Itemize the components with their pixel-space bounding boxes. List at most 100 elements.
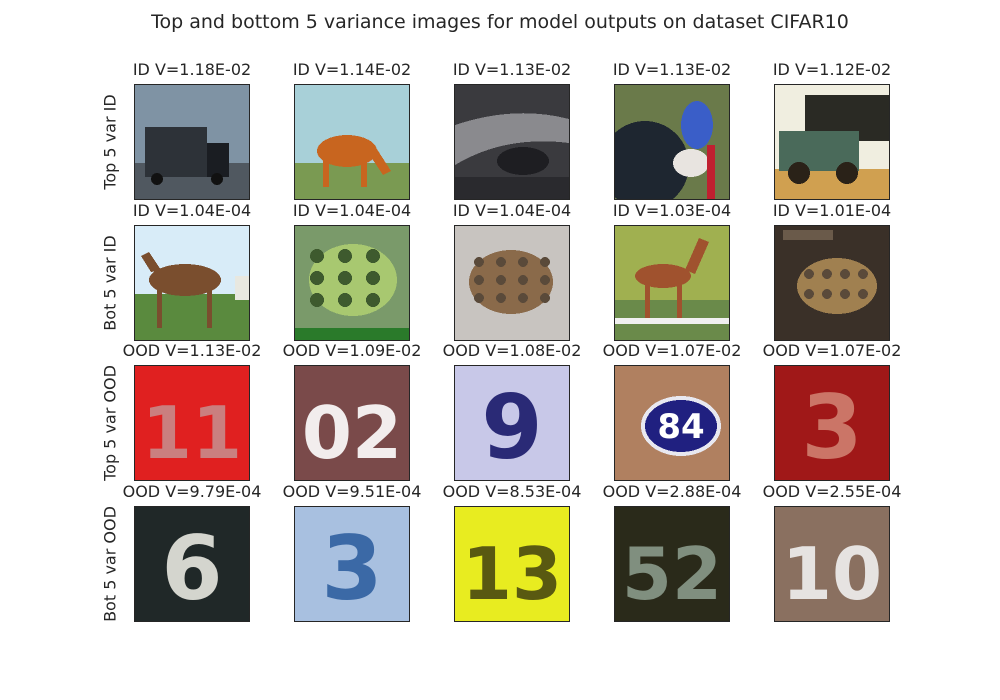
vehicle-cab-shape (207, 143, 229, 177)
frog-spot-shape (366, 293, 380, 307)
frog-spot-shape (474, 275, 484, 285)
frog-spot-shape (310, 271, 324, 285)
frog-spot-shape (338, 249, 352, 263)
bird-head-shape (681, 101, 713, 149)
thumbnail-svg (775, 85, 889, 199)
cell-caption: ID V=1.13E-02 (612, 60, 732, 79)
thumbnail-svg (135, 85, 249, 199)
thumbnail-image (294, 84, 410, 200)
thumbnail-svg: 02 (295, 366, 409, 480)
thumbnail-svg: 13 (455, 507, 569, 621)
digit-shape: 84 (657, 407, 704, 447)
frog-spot-shape (338, 293, 352, 307)
frog-spot-shape (366, 271, 380, 285)
cell-caption: OOD V=9.79E-04 (122, 482, 262, 501)
horse-leg-shape (361, 161, 367, 187)
thumbnail-image: 11 (134, 365, 250, 481)
thumbnail-image: 84 (614, 365, 730, 481)
cell-caption: ID V=1.04E-04 (452, 201, 572, 220)
frog-spot-shape (540, 275, 550, 285)
foreground-shape (455, 177, 569, 199)
thumbnail-image: 10 (774, 506, 890, 622)
thumbnail-svg: 11 (135, 366, 249, 480)
thumbnail-image (454, 225, 570, 341)
frog-spot-shape (338, 271, 352, 285)
thumbnail-image: 02 (294, 365, 410, 481)
frog-spot-shape (366, 249, 380, 263)
frog-spot-shape (310, 293, 324, 307)
digit-shape: 52 (622, 532, 722, 616)
thumbnail-svg: 3 (295, 507, 409, 621)
thumbnail-svg (295, 226, 409, 340)
figure-title: Top and bottom 5 variance images for mod… (151, 11, 849, 33)
frog-spot-shape (496, 275, 506, 285)
car-shape (497, 147, 549, 175)
cell-caption: OOD V=9.51E-04 (282, 482, 422, 501)
cell-caption: ID V=1.14E-02 (292, 60, 412, 79)
frog-shape (797, 258, 877, 314)
thumbnail-svg: 10 (775, 507, 889, 621)
cell-caption: ID V=1.12E-02 (772, 60, 892, 79)
thumbnail-svg (135, 226, 249, 340)
thumbnail-image (134, 225, 250, 341)
text-patch-shape (783, 230, 833, 240)
row-label: Top 5 var ID (100, 94, 120, 190)
thumbnail-image: 9 (454, 365, 570, 481)
digit-shape: 3 (801, 376, 862, 479)
frog-spot-shape (540, 293, 550, 303)
digit-shape: 3 (321, 517, 382, 620)
thumbnail-svg (615, 85, 729, 199)
cell-caption: OOD V=1.07E-02 (602, 341, 742, 360)
cell-caption: ID V=1.13E-02 (452, 60, 572, 79)
row-label: Top 5 var OOD (100, 365, 120, 481)
wheel-shape (211, 173, 223, 185)
cell-caption: OOD V=2.88E-04 (602, 482, 742, 501)
frog-spot-shape (474, 293, 484, 303)
thumbnail-image: 6 (134, 506, 250, 622)
digit-shape: 02 (302, 391, 402, 475)
cell-caption: OOD V=1.09E-02 (282, 341, 422, 360)
thumbnail-image: 13 (454, 506, 570, 622)
frog-spot-shape (858, 269, 868, 279)
frog-spot-shape (804, 269, 814, 279)
cell-caption: OOD V=1.07E-02 (762, 341, 902, 360)
thumbnail-image: 52 (614, 506, 730, 622)
frog-spot-shape (518, 257, 528, 267)
thumbnail-image (134, 84, 250, 200)
horse-leg-shape (157, 288, 162, 328)
frog-spot-shape (804, 289, 814, 299)
thumbnail-svg: 9 (455, 366, 569, 480)
frog-spot-shape (840, 289, 850, 299)
cell-caption: ID V=1.03E-04 (612, 201, 732, 220)
digit-shape: 11 (142, 391, 242, 475)
thumbnail-svg (455, 85, 569, 199)
cell-caption: OOD V=1.13E-02 (122, 341, 262, 360)
vehicle-shape (145, 127, 207, 177)
frog-spot-shape (310, 249, 324, 263)
thumbnail-svg: 6 (135, 507, 249, 621)
frog-spot-shape (518, 293, 528, 303)
thumbnail-svg (615, 226, 729, 340)
digit-shape: 9 (481, 376, 542, 479)
thumbnail-svg: 52 (615, 507, 729, 621)
thumbnail-image: 3 (774, 365, 890, 481)
thumbnail-image (614, 225, 730, 341)
frog-spot-shape (822, 289, 832, 299)
row-label: Bot 5 var OOD (100, 506, 120, 622)
frog-spot-shape (822, 269, 832, 279)
thumbnail-image (774, 225, 890, 341)
thumbnail-svg: 84 (615, 366, 729, 480)
wheel-shape (836, 162, 858, 184)
horse-leg-shape (323, 161, 329, 187)
frog-spot-shape (540, 257, 550, 267)
bird-chest-shape (673, 149, 709, 177)
thumbnail-svg (295, 85, 409, 199)
thumbnail-image (774, 84, 890, 200)
thumbnail-svg: 3 (775, 366, 889, 480)
grass-shape (295, 163, 409, 199)
cell-caption: OOD V=8.53E-04 (442, 482, 582, 501)
background-horse-shape (235, 276, 249, 300)
cell-caption: ID V=1.01E-04 (772, 201, 892, 220)
cell-caption: OOD V=2.55E-04 (762, 482, 902, 501)
frog-spot-shape (840, 269, 850, 279)
